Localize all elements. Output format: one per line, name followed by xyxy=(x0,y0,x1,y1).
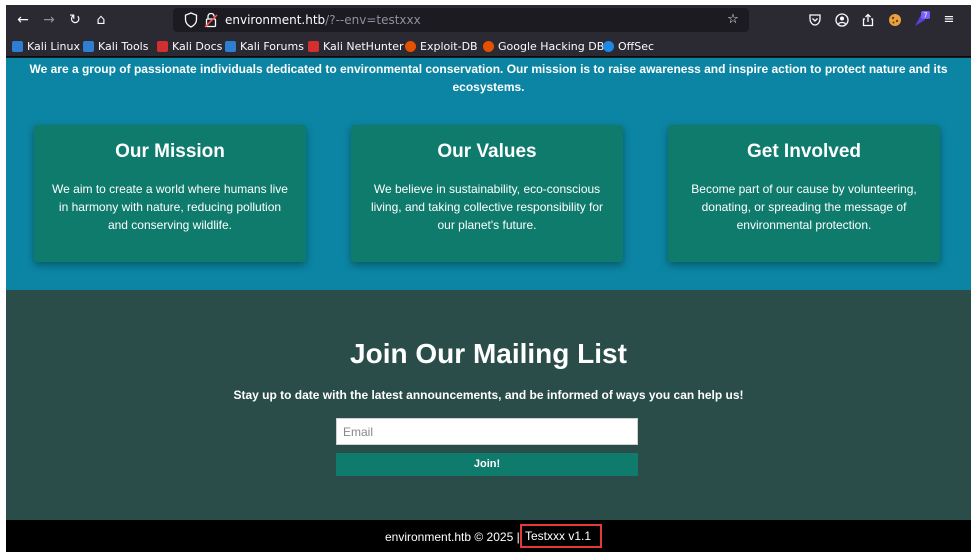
bookmark-label: Kali Linux xyxy=(27,39,81,53)
reload-icon[interactable]: ↻ xyxy=(66,11,84,29)
bookmark-kali-tools[interactable]: Kali Tools xyxy=(83,38,148,54)
ghdb-icon xyxy=(483,40,494,52)
bookmark-star-icon[interactable]: ☆ xyxy=(725,11,741,29)
exploit-db-icon xyxy=(405,40,416,52)
bookmark-label: Google Hacking DB xyxy=(498,39,605,53)
card-our-mission: Our Mission We aim to create a world whe… xyxy=(34,125,306,262)
bookmark-label: Kali Tools xyxy=(98,39,149,53)
kali-dragon-icon xyxy=(12,40,23,52)
account-icon[interactable] xyxy=(833,11,851,29)
offsec-icon xyxy=(603,40,614,52)
footer: environment.htb © 2025 | Testxxx v1.1 xyxy=(6,520,971,552)
card-our-values: Our Values We believe in sustainability,… xyxy=(351,125,623,262)
card-get-involved: Get Involved Become part of our cause by… xyxy=(668,125,940,262)
bookmark-kali-docs[interactable]: Kali Docs xyxy=(157,38,222,54)
browser-toolbar: ← → ↻ ⌂ environment.htb/?--env=testxxx ☆ xyxy=(6,5,971,35)
pocket-icon[interactable] xyxy=(806,11,824,29)
kali-tools-icon xyxy=(83,40,94,52)
extension-badge-count: 7 xyxy=(923,12,927,20)
back-icon[interactable]: ← xyxy=(14,11,32,29)
menu-icon[interactable]: ≡ xyxy=(940,11,958,29)
card-title: Get Involved xyxy=(746,141,862,162)
bookmark-kali-nethunter[interactable]: Kali NetHunter xyxy=(308,38,404,54)
kali-forums-icon xyxy=(225,40,236,52)
mailing-subtitle: Stay up to date with the latest announce… xyxy=(233,388,744,402)
share-icon[interactable] xyxy=(859,11,877,29)
footer-copyright: environment.htb © 2025 | xyxy=(385,530,520,544)
join-button[interactable]: Join! xyxy=(336,453,638,476)
mailing-title: Join Our Mailing List xyxy=(350,338,627,369)
bookmark-kali-forums[interactable]: Kali Forums xyxy=(225,38,304,54)
bookmark-label: OffSec xyxy=(618,39,655,53)
cookie-extension-icon[interactable] xyxy=(886,11,904,29)
bookmark-label: Kali Docs xyxy=(172,39,223,53)
bookmark-offsec[interactable]: OffSec xyxy=(603,38,654,54)
page-content: We are a group of passionate individuals… xyxy=(6,58,971,552)
insecure-lock-icon[interactable] xyxy=(203,11,219,29)
shield-icon[interactable] xyxy=(183,11,199,29)
browser-window: ← → ↻ ⌂ environment.htb/?--env=testxxx ☆ xyxy=(6,5,971,552)
bookmarks-bar: Kali Linux Kali Tools Kali Docs Kali For… xyxy=(6,35,971,57)
bookmark-exploit-db[interactable]: Exploit-DB xyxy=(405,38,478,54)
email-input[interactable] xyxy=(336,418,638,445)
footer-version-highlighted: Testxxx v1.1 xyxy=(520,524,602,548)
about-section: We are a group of passionate individuals… xyxy=(6,58,971,290)
kali-nethunter-icon xyxy=(308,40,319,52)
bookmark-google-hacking-db[interactable]: Google Hacking DB xyxy=(483,38,604,54)
card-text: We believe in sustainability, eco-consci… xyxy=(370,182,604,232)
kali-docs-icon xyxy=(157,40,168,52)
url-host: environment.htb xyxy=(225,13,326,27)
bookmark-kali-linux[interactable]: Kali Linux xyxy=(12,38,80,54)
home-icon[interactable]: ⌂ xyxy=(92,11,110,29)
card-text: Become part of our cause by volunteering… xyxy=(691,182,917,232)
forward-icon[interactable]: → xyxy=(40,11,58,29)
url-bar[interactable]: environment.htb/?--env=testxxx ☆ xyxy=(173,8,749,32)
bookmark-label: Exploit-DB xyxy=(420,39,478,53)
url-text[interactable]: environment.htb/?--env=testxxx xyxy=(225,12,421,28)
intro-text: We are a group of passionate individuals… xyxy=(29,62,948,94)
bookmark-label: Kali Forums xyxy=(240,39,304,53)
card-title: Our Values xyxy=(437,141,537,162)
extension-badge-icon[interactable]: 7 xyxy=(912,11,930,29)
card-text: We aim to create a world where humans li… xyxy=(52,182,288,232)
bookmark-label: Kali NetHunter xyxy=(323,39,404,53)
card-title: Our Mission xyxy=(115,141,225,162)
url-path: /?--env=testxxx xyxy=(325,13,421,27)
mailing-list-section: Join Our Mailing List Stay up to date wi… xyxy=(6,290,971,520)
